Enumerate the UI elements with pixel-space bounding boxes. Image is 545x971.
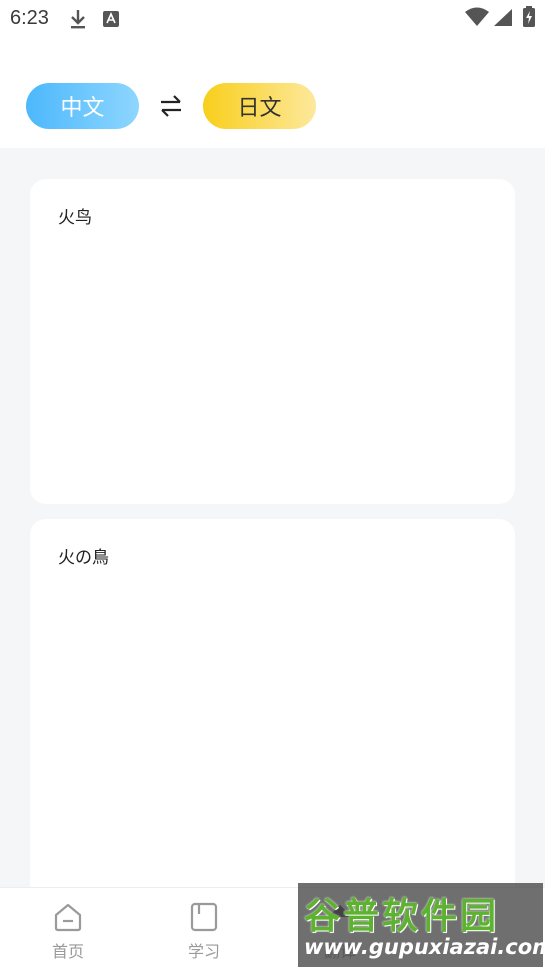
tab-study-label: 学习 xyxy=(187,942,220,961)
source-text-input[interactable]: 火鸟 xyxy=(30,179,515,504)
language-bar: 中文 日文 xyxy=(0,36,545,148)
tab-home[interactable]: 首页 xyxy=(0,888,136,971)
source-language-label: 中文 xyxy=(60,96,105,121)
battery-icon xyxy=(523,6,535,27)
watermark-logo: 谷普软件园 www.gupuxiazai.com xyxy=(298,883,545,967)
swap-languages-icon[interactable] xyxy=(157,92,185,120)
tab-study[interactable]: 学习 xyxy=(136,888,272,971)
watermark-url: www.gupuxiazai.com xyxy=(304,935,545,959)
status-time: 6:23 xyxy=(10,7,49,29)
target-language-label: 日文 xyxy=(237,96,282,121)
translation-result-card: 火の鳥 xyxy=(30,519,515,887)
wifi-icon xyxy=(465,7,489,26)
keyboard-a-icon xyxy=(103,11,119,27)
source-language-button[interactable]: 中文 xyxy=(26,83,139,129)
home-icon xyxy=(54,903,82,932)
status-bar: 6:23 xyxy=(0,0,545,36)
source-text: 火鸟 xyxy=(58,208,92,228)
translation-area: 火鸟 火の鳥 xyxy=(0,148,545,887)
target-language-button[interactable]: 日文 xyxy=(203,83,316,129)
cell-signal-icon xyxy=(494,9,512,26)
watermark-brand: 谷普软件园 xyxy=(304,896,500,937)
download-icon xyxy=(71,10,85,29)
tab-home-label: 首页 xyxy=(51,942,84,961)
book-icon xyxy=(190,902,218,932)
translation-result-text: 火の鳥 xyxy=(58,548,109,568)
